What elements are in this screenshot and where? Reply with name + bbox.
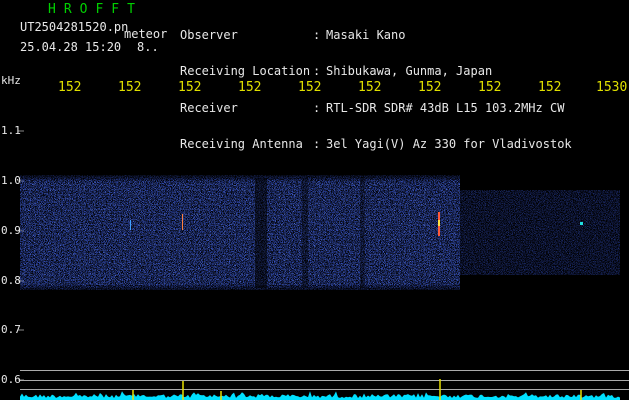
label-antenna: Receiving Antenna bbox=[180, 136, 303, 151]
label-observer: Observer bbox=[180, 28, 238, 42]
value-observer: Masaki Kano bbox=[326, 28, 406, 42]
x-tick-label: 1530 bbox=[596, 80, 628, 95]
file-name: UT2504281520.pn bbox=[20, 20, 129, 34]
x-tick-label: 152 bbox=[118, 80, 142, 95]
value-receiver: RTL-SDR SDR# 43dB L15 103.2MHz CW bbox=[326, 100, 565, 115]
x-tick-label: 152 bbox=[298, 80, 322, 95]
y-tick-label: 1.1 bbox=[1, 124, 21, 137]
app-title: HROFFT bbox=[48, 2, 143, 17]
value-antenna: 3el Yagi(V) Az 330 for Vladivostok bbox=[326, 136, 572, 151]
mode-label: meteor bbox=[124, 27, 168, 41]
y-tick-label: 0.8 bbox=[1, 274, 21, 287]
y-tick-label: 0.9 bbox=[1, 224, 21, 237]
x-tick-label: 152 bbox=[238, 80, 262, 95]
x-tick-label: 152 bbox=[418, 80, 442, 95]
x-tick-label: 152 bbox=[538, 80, 562, 95]
x-tick-label: 152 bbox=[478, 80, 502, 95]
reference-lines bbox=[20, 370, 629, 390]
y-tick-label: 0.6 bbox=[1, 373, 21, 386]
timestamp-extra: 8.. bbox=[137, 40, 159, 54]
y-tick-label: 1.0 bbox=[1, 174, 21, 187]
noise-band bbox=[20, 172, 620, 294]
x-tick-label: 152 bbox=[358, 80, 382, 95]
x-tick-label: 152 bbox=[178, 80, 202, 95]
y-tick-label: 0.7 bbox=[1, 323, 21, 336]
timestamp: 25.04.28 15:20 bbox=[20, 40, 122, 54]
x-tick-label: 152 bbox=[58, 80, 82, 95]
value-location: Shibukawa, Gunma, Japan bbox=[326, 64, 493, 79]
y-axis-unit: kHz bbox=[1, 74, 21, 87]
label-receiver: Receiver bbox=[180, 100, 238, 115]
label-location: Receiving Location bbox=[180, 64, 311, 79]
